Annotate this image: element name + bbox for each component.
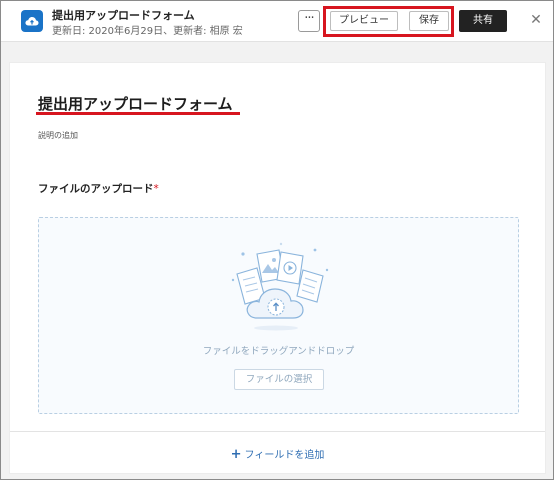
form-name-heading: 提出用アップロードフォーム: [52, 9, 195, 22]
save-button[interactable]: 保存: [409, 11, 449, 31]
upload-field-label-text: ファイルのアップロード: [38, 183, 154, 195]
divider: [10, 431, 545, 432]
file-dropzone[interactable]: ファイルをドラッグアンドドロップ ファイルの選択: [38, 217, 519, 414]
select-file-button[interactable]: ファイルの選択: [234, 369, 324, 390]
app-header: 提出用アップロードフォーム 更新日: 2020年6月29日、更新者: 相原 宏 …: [1, 1, 553, 42]
cloud-upload-icon: [21, 10, 43, 32]
add-field-button[interactable]: + フィールドを追加: [10, 446, 545, 462]
form-editor-card: 提出用アップロードフォーム 説明の追加 ファイルのアップロード* ファイルをドラ…: [9, 62, 546, 474]
add-field-label: フィールドを追加: [244, 450, 325, 461]
share-button[interactable]: 共有: [459, 10, 507, 32]
annotation-underline: [36, 112, 240, 115]
form-title[interactable]: 提出用アップロードフォーム: [38, 93, 233, 114]
dropzone-instruction: ファイルをドラッグアンドドロップ: [202, 346, 355, 357]
required-mark: *: [153, 183, 159, 195]
upload-illustration-icon: [231, 242, 329, 331]
plus-icon: +: [230, 447, 242, 462]
close-icon[interactable]: ✕: [528, 11, 544, 29]
more-options-button[interactable]: ···: [298, 10, 320, 32]
preview-button[interactable]: プレビュー: [330, 11, 398, 31]
last-updated-info: 更新日: 2020年6月29日、更新者: 相原 宏: [52, 26, 243, 37]
form-description-field[interactable]: 説明の追加: [38, 130, 78, 141]
upload-field-label[interactable]: ファイルのアップロード*: [38, 181, 159, 196]
